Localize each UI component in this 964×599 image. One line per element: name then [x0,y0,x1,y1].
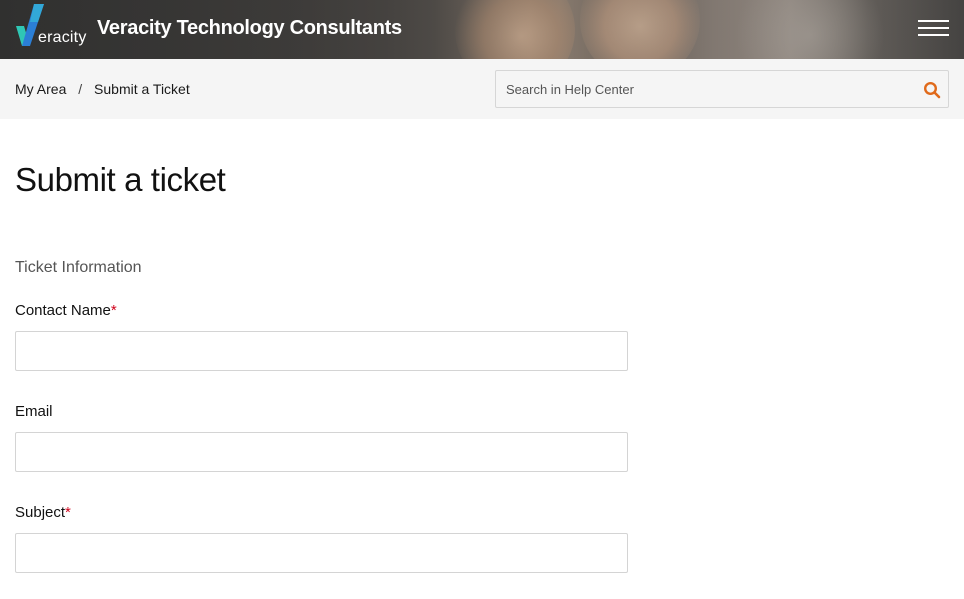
site-header: eracity Veracity Technology Consultants [0,0,964,59]
page-title: Submit a ticket [15,161,226,198]
required-asterisk: * [110,302,117,319]
email-field[interactable] [15,432,628,472]
subject-label: Subject* [15,504,71,521]
menu-line [918,20,949,22]
menu-line [918,27,949,29]
search-input[interactable] [496,71,916,107]
logo-text: eracity [38,29,87,46]
site-title[interactable]: Veracity Technology Consultants [97,17,402,40]
email-label-text: Email [15,403,53,420]
breadcrumb-item-submit-ticket[interactable]: Submit a Ticket [94,81,190,97]
search-box [495,70,949,108]
email-label: Email [15,403,53,420]
required-asterisk: * [65,504,71,521]
breadcrumb-item-my-area[interactable]: My Area [15,81,66,97]
contact-name-field[interactable] [15,331,628,371]
subnav-bar: My Area / Submit a Ticket [0,59,964,119]
subject-field[interactable] [15,533,628,573]
search-icon[interactable] [923,81,941,99]
section-title: Ticket Information [15,259,142,276]
veracity-logo[interactable]: eracity [16,4,88,50]
menu-line [918,34,949,36]
breadcrumb-separator: / [78,81,83,97]
subject-label-text: Subject [15,504,66,521]
breadcrumb: My Area / Submit a Ticket [15,81,190,97]
contact-name-label: Contact Name* [15,302,117,319]
hamburger-menu-icon[interactable] [918,18,950,40]
contact-name-label-text: Contact Name [15,302,111,319]
